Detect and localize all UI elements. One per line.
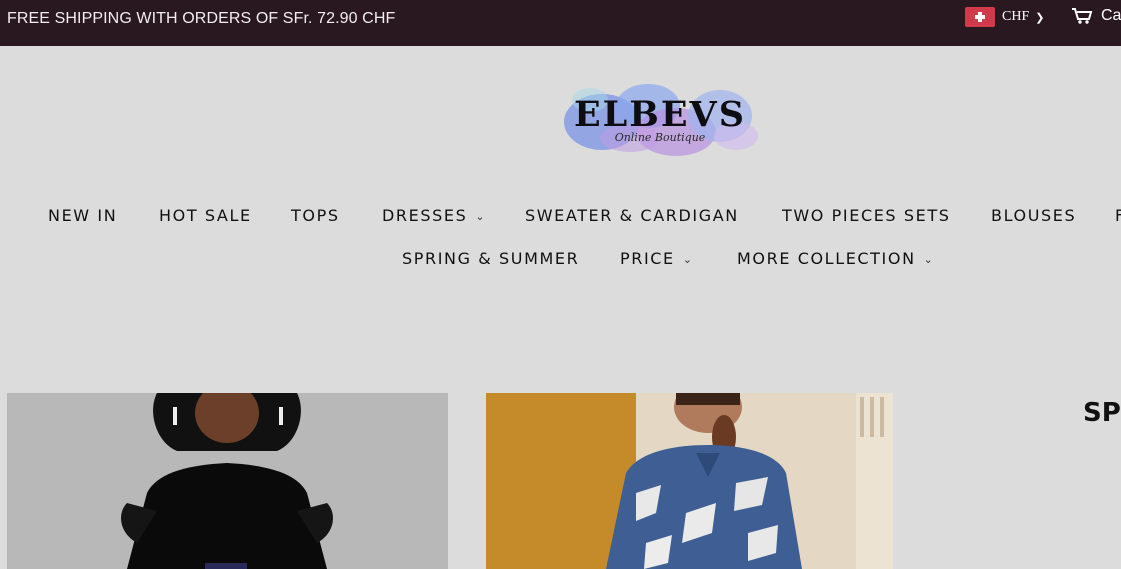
nav-truncated-item[interactable]: F (1115, 206, 1121, 225)
chevron-down-icon: ⌄ (475, 210, 487, 223)
product-image-blue-shirt[interactable] (486, 393, 893, 569)
swiss-flag-icon (965, 7, 995, 27)
nav-label: TWO PIECES SETS (782, 206, 951, 225)
nav-spring-summer[interactable]: SPRING & SUMMER (402, 249, 579, 268)
announcement-bar: FREE SHIPPING WITH ORDERS OF SFr. 72.90 … (0, 0, 1121, 46)
currency-selector[interactable]: CHF ❯ (965, 7, 1044, 27)
logo-wordmark: ELBEVS (574, 94, 746, 135)
nav-label: SWEATER & CARDIGAN (525, 206, 739, 225)
nav-label: NEW IN (48, 206, 118, 225)
nav-two-pieces-sets[interactable]: TWO PIECES SETS (782, 206, 950, 225)
nav-label: HOT SALE (159, 206, 252, 225)
cart-link[interactable]: Ca (1071, 7, 1121, 25)
nav-blouses[interactable]: BLOUSES (991, 206, 1076, 225)
nav-dresses[interactable]: DRESSES ⌄ (382, 206, 486, 225)
nav-label: PRICE (620, 249, 675, 268)
chevron-down-icon: ⌄ (682, 253, 694, 266)
model-photo (486, 393, 893, 569)
store-logo[interactable]: ELBEVS Online Boutique (560, 76, 762, 162)
nav-label: DRESSES (382, 206, 468, 225)
announcement-text: FREE SHIPPING WITH ORDERS OF SFr. 72.90 … (7, 10, 396, 27)
nav-price[interactable]: PRICE ⌄ (620, 249, 694, 268)
promo-side-title: SPI (1083, 398, 1121, 428)
nav-new-in[interactable]: NEW IN (48, 206, 117, 225)
currency-code: CHF (1002, 9, 1030, 24)
nav-label: SPRING & SUMMER (402, 249, 580, 268)
nav-label: MORE COLLECTION (737, 249, 916, 268)
nav-more-collection[interactable]: MORE COLLECTION ⌄ (737, 249, 934, 268)
nav-tops[interactable]: TOPS (291, 206, 340, 225)
chevron-down-icon: ⌄ (923, 253, 935, 266)
cart-label: Ca (1101, 7, 1121, 24)
nav-label: F (1115, 206, 1121, 225)
chevron-down-icon: ❯ (1035, 11, 1045, 24)
nav-hot-sale[interactable]: HOT SALE (159, 206, 252, 225)
nav-sweater-cardigan[interactable]: SWEATER & CARDIGAN (525, 206, 739, 225)
product-image-black-dress[interactable] (7, 393, 448, 569)
nav-label: TOPS (291, 206, 340, 225)
cart-icon (1072, 8, 1093, 24)
model-photo (7, 393, 448, 569)
logo-tagline: Online Boutique (614, 131, 706, 144)
nav-label: BLOUSES (991, 206, 1077, 225)
